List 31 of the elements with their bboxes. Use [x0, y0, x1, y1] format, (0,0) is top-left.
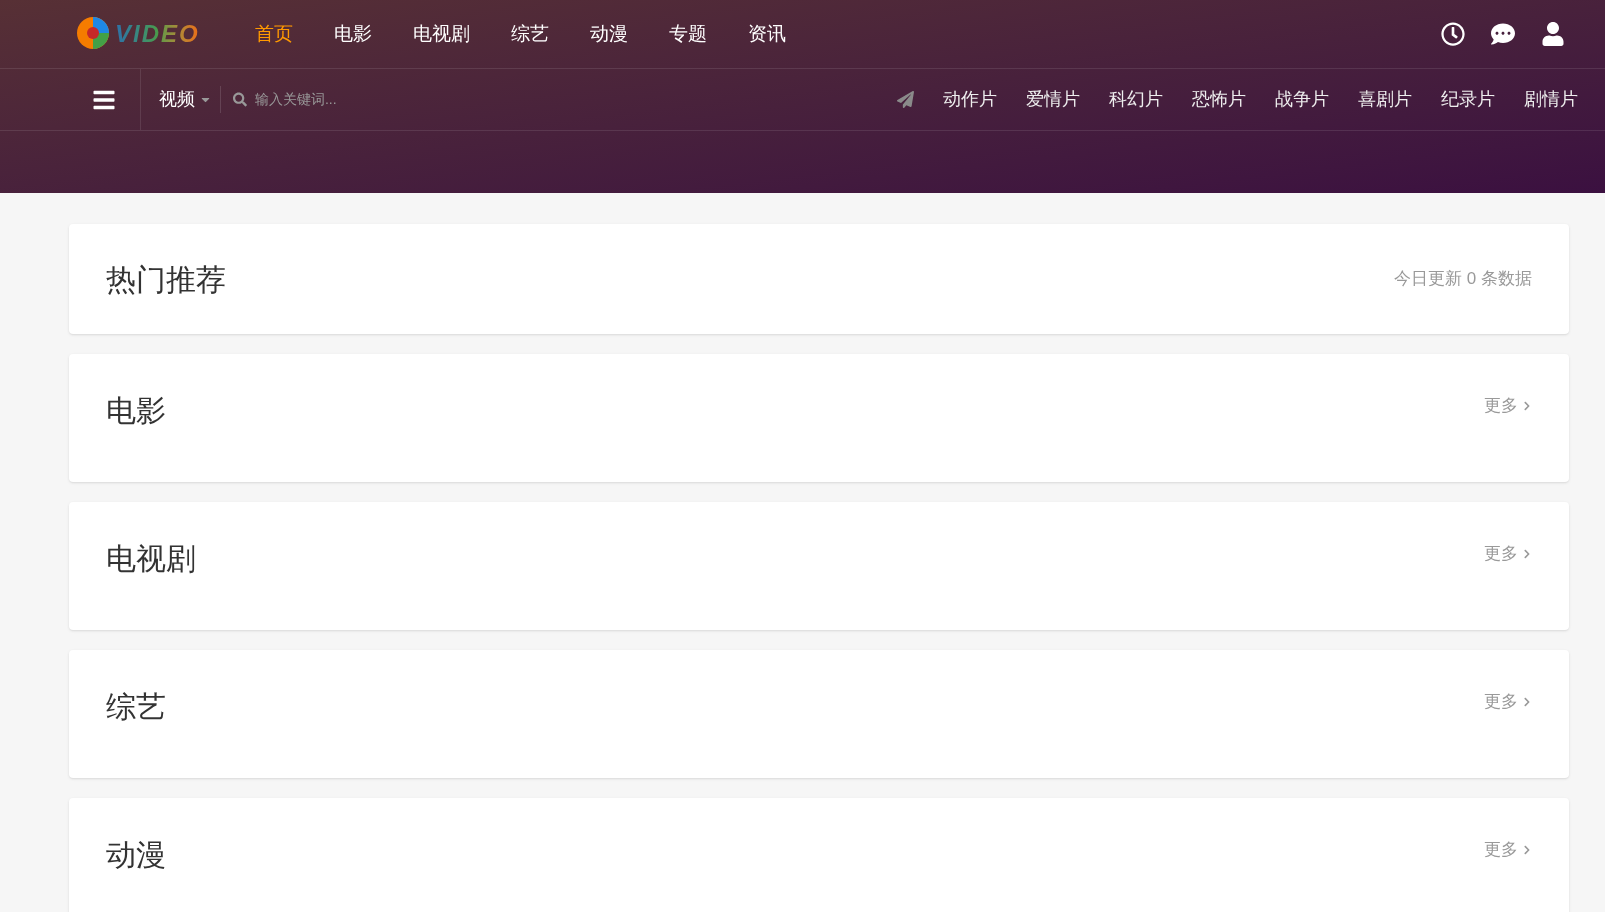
category-dropdown[interactable]: 视频: [159, 86, 221, 113]
nav-link[interactable]: 首页: [255, 19, 293, 49]
clock-icon[interactable]: [1441, 22, 1465, 46]
genre-link[interactable]: 战争片: [1275, 86, 1329, 113]
genre-link[interactable]: 喜剧片: [1358, 86, 1412, 113]
search-icon: [233, 92, 247, 107]
nav-link[interactable]: 电影: [334, 19, 372, 49]
nav-link[interactable]: 综艺: [511, 19, 549, 49]
genre-link[interactable]: 恐怖片: [1192, 86, 1246, 113]
nav-link[interactable]: 动漫: [590, 19, 628, 49]
genre-link[interactable]: 科幻片: [1109, 86, 1163, 113]
chevron-right-icon: [1522, 696, 1532, 707]
paper-plane-icon: [897, 91, 914, 108]
chevron-right-icon: [1522, 844, 1532, 855]
nav-link[interactable]: 电视剧: [413, 19, 470, 49]
chat-icon[interactable]: [1491, 22, 1515, 46]
genre-link[interactable]: 纪录片: [1441, 86, 1495, 113]
user-icon[interactable]: [1541, 22, 1565, 46]
genre-link[interactable]: 剧情片: [1524, 86, 1578, 113]
nav-link[interactable]: 专题: [669, 19, 707, 49]
nav-link[interactable]: 资讯: [748, 19, 786, 49]
section-title: 电视剧: [106, 541, 196, 577]
section-title: 综艺: [106, 689, 166, 725]
genre-link[interactable]: 爱情片: [1026, 86, 1080, 113]
section-title: 热门推荐: [106, 261, 226, 298]
chevron-right-icon: [1522, 548, 1532, 559]
section-title: 动漫: [106, 837, 166, 873]
genre-link[interactable]: 动作片: [943, 86, 997, 113]
update-count: 今日更新 0 条数据: [1394, 268, 1532, 291]
chevron-right-icon: [1522, 400, 1532, 411]
section-title: 电影: [106, 393, 166, 429]
